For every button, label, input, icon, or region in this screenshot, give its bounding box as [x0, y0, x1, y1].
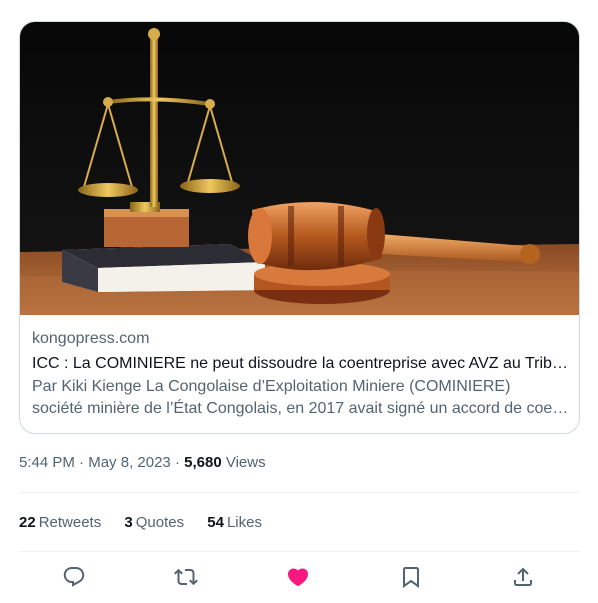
like-button[interactable]: [286, 565, 310, 589]
meta-separator: ·: [170, 454, 185, 471]
engagement-stats: 22 Retweets 3 Quotes 54 Likes: [19, 513, 281, 533]
link-preview-card[interactable]: kongopress.com ICC : La COMINIERE ne peu…: [19, 21, 580, 434]
card-domain: kongopress.com: [32, 330, 150, 347]
divider: [19, 551, 580, 552]
card-text: kongopress.com ICC : La COMINIERE ne peu…: [32, 329, 569, 420]
heart-icon: [287, 568, 309, 587]
meta-separator: ·: [74, 454, 89, 471]
retweets-count: 22: [19, 514, 36, 531]
tweet-date[interactable]: May 8, 2023: [88, 454, 171, 471]
card-title[interactable]: ICC : La COMINIERE ne peut dissoudre la …: [32, 353, 569, 375]
share-icon: [514, 567, 532, 586]
quotes-stat[interactable]: 3 Quotes: [124, 513, 184, 533]
retweet-button[interactable]: [174, 565, 198, 589]
reply-icon: [63, 567, 85, 587]
quotes-label: Quotes: [135, 514, 185, 531]
reply-button[interactable]: [62, 565, 86, 589]
article-image: [20, 22, 579, 315]
retweet-icon: [174, 568, 198, 586]
views-count: 5,680: [184, 454, 222, 471]
bookmark-button[interactable]: [399, 565, 423, 589]
card-description-line: société minière de l’État Congolais, en …: [32, 400, 569, 417]
card-description: Par Kiki Kienge La Congolaise d’Exploita…: [32, 376, 569, 420]
likes-stat[interactable]: 54 Likes: [207, 513, 262, 533]
retweets-label: Retweets: [38, 514, 102, 531]
likes-label: Likes: [226, 514, 262, 531]
divider: [19, 492, 580, 493]
views-label: Views: [221, 454, 266, 471]
action-bar: [0, 562, 598, 592]
tweet-time[interactable]: 5:44 PM: [19, 454, 75, 471]
retweets-stat[interactable]: 22 Retweets: [19, 513, 101, 533]
quotes-count: 3: [124, 514, 133, 531]
bookmark-icon: [403, 567, 419, 588]
share-button[interactable]: [511, 565, 535, 589]
card-description-line: Par Kiki Kienge La Congolaise d’Exploita…: [32, 378, 511, 395]
likes-count: 54: [207, 514, 224, 531]
tweet-meta: 5:44 PM · May 8, 2023 · 5,680 Views: [19, 453, 266, 473]
